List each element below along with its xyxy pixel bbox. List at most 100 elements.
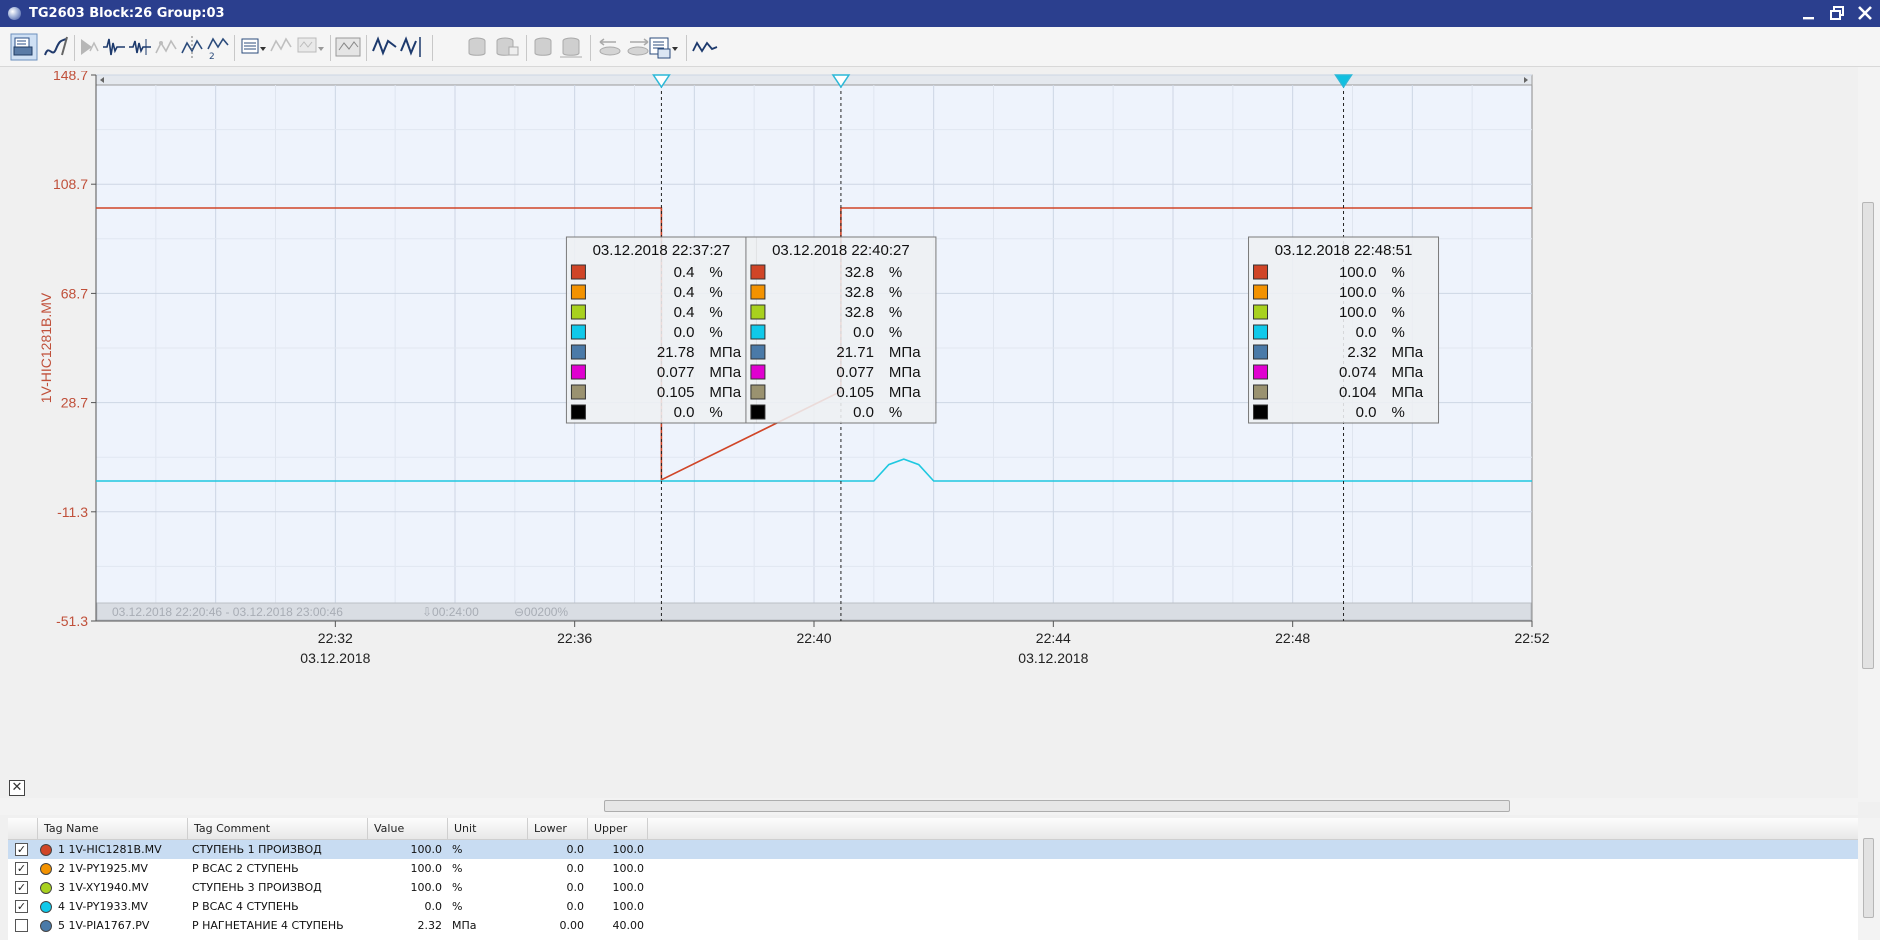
series-swatch xyxy=(1253,304,1269,320)
db4-icon[interactable] xyxy=(558,33,584,61)
series-swatch xyxy=(1253,364,1269,380)
cell-lower: 0.00 xyxy=(559,919,585,932)
range-info-text: 03.12.2018 22:20:46 - 03.12.2018 23:00:4… xyxy=(112,605,343,619)
wave-icon[interactable] xyxy=(692,33,718,61)
series-swatch xyxy=(750,364,766,380)
chart-vertical-scrollbar[interactable] xyxy=(1858,67,1880,802)
cell-unit: % xyxy=(452,862,463,875)
cell-lower: 0.0 xyxy=(566,881,585,894)
cursor-value: 0.0 xyxy=(674,404,695,421)
cell-value: 2.32 xyxy=(417,919,443,932)
series-swatch xyxy=(570,384,586,400)
cell-value: 100.0 xyxy=(410,881,443,894)
table-row[interactable]: ✓ 2 1V-PY1925.MV Р ВСАС 2 СТУПЕНЬ 100.0% 0.0… xyxy=(8,859,1858,878)
row-checkbox[interactable] xyxy=(15,919,28,932)
restore-icon[interactable] xyxy=(1828,2,1846,24)
row-checkbox[interactable]: ✓ xyxy=(15,862,28,875)
col-header-unit[interactable]: Unit xyxy=(448,818,528,840)
trend-blue-icon[interactable] xyxy=(372,33,398,61)
trend-dots-icon[interactable] xyxy=(154,33,178,61)
scrollbar-thumb[interactable] xyxy=(1862,202,1874,669)
scrollbar-thumb[interactable] xyxy=(604,800,1510,812)
trend-grey-icon[interactable] xyxy=(270,33,294,61)
close-icon[interactable] xyxy=(1856,2,1874,24)
header-spacer xyxy=(8,818,38,840)
col-header-upper[interactable]: Upper xyxy=(588,818,648,840)
series-color-dot xyxy=(40,920,52,932)
table-row[interactable]: ✓ 4 1V-PY1933.MV Р ВСАС 4 СТУПЕНЬ 0.0% 0.0 10… xyxy=(8,897,1858,916)
col-header-tag-comment[interactable]: Tag Comment xyxy=(188,818,368,840)
series-swatch xyxy=(1253,284,1269,300)
db2-icon[interactable] xyxy=(494,33,520,61)
cell-value: 0.0 xyxy=(424,900,443,913)
minimize-icon[interactable] xyxy=(1800,2,1818,24)
col-header-lower[interactable]: Lower xyxy=(528,818,588,840)
export-icon[interactable] xyxy=(648,33,680,61)
cell-tag-comment: Р ВСАС 4 СТУПЕНЬ xyxy=(192,900,299,913)
cursor-unit: МПа xyxy=(889,384,921,401)
cursor-value: 100.0 xyxy=(1339,264,1377,281)
db-arrows-icon[interactable] xyxy=(596,33,624,61)
print-icon[interactable] xyxy=(10,33,38,61)
series-swatch xyxy=(1253,404,1269,420)
db3-icon[interactable] xyxy=(532,33,558,61)
table-row[interactable]: 5 1V-PIA1767.PV Р НАГНЕТАНИЕ 4 СТУПЕНЬ 2.3… xyxy=(8,916,1858,935)
db-icon[interactable] xyxy=(466,33,492,61)
chart-horizontal-scrollbar[interactable] xyxy=(0,798,1858,815)
series-swatch xyxy=(570,344,586,360)
series-swatch xyxy=(750,344,766,360)
trend-cursor-blue-icon[interactable] xyxy=(400,33,426,61)
trend-2-icon[interactable]: 2 xyxy=(206,33,230,62)
tag-table: Tag Name Tag Comment Value Unit Lower Up… xyxy=(8,818,1858,940)
table-vertical-scrollbar[interactable] xyxy=(1858,818,1880,940)
series-swatch xyxy=(1253,384,1269,400)
cursor-unit: МПа xyxy=(709,364,741,381)
y-axis-label: 1V-HIC1281B.MV xyxy=(38,292,54,403)
layout-dropdown-icon[interactable] xyxy=(240,33,266,61)
cell-unit: % xyxy=(452,881,463,894)
close-table-button[interactable]: ✕ xyxy=(9,780,25,796)
cursor-unit: % xyxy=(889,264,902,281)
row-checkbox[interactable]: ✓ xyxy=(15,900,28,913)
scrollbar-thumb[interactable] xyxy=(1863,838,1874,918)
cursor-value: 0.104 xyxy=(1339,384,1377,401)
row-checkbox[interactable]: ✓ xyxy=(15,881,28,894)
cursor-value: 100.0 xyxy=(1339,284,1377,301)
cell-upper: 100.0 xyxy=(612,900,645,913)
table-row[interactable]: ✓ 1 1V-HIC1281B.MV СТУПЕНЬ 1 ПРОИЗВОД 100.0… xyxy=(8,840,1858,859)
range-span-text: ⇩00:24:00 xyxy=(422,605,479,619)
y-tick-label: 148.7 xyxy=(53,71,88,83)
play-trend-icon[interactable] xyxy=(78,33,100,61)
series-swatch xyxy=(570,364,586,380)
col-header-tag-name[interactable]: Tag Name xyxy=(38,818,188,840)
window-title: TG2603 Block:26 Group:03 xyxy=(29,6,225,21)
row-checkbox[interactable]: ✓ xyxy=(15,843,28,856)
cell-upper: 100.0 xyxy=(612,862,645,875)
monitor-trend-icon[interactable] xyxy=(334,33,362,61)
cell-unit: МПа xyxy=(452,919,477,932)
trend-cursor-icon[interactable] xyxy=(180,33,204,61)
cursor-timestamp: 03.12.2018 22:48:51 xyxy=(1275,242,1413,259)
cell-value: 100.0 xyxy=(410,862,443,875)
trend-step-icon[interactable] xyxy=(102,33,126,61)
series-color-dot xyxy=(40,863,52,875)
series-swatch xyxy=(570,304,586,320)
app-icon xyxy=(8,7,21,20)
series-swatch xyxy=(1253,344,1269,360)
x-tick-label: 22:52 xyxy=(1514,630,1549,646)
trend-step2-icon[interactable] xyxy=(128,33,152,61)
x-tick-label: 22:32 xyxy=(318,630,353,646)
cursor-value: 100.0 xyxy=(1339,304,1377,321)
cursor-value: 0.077 xyxy=(836,364,874,381)
trend-chart[interactable]: 148.7 108.7 68.7 28.7 -11.3 -51.3 1V-HIC1281B.… xyxy=(8,71,1858,753)
cursor-timestamp: 03.12.2018 22:37:27 xyxy=(593,242,731,259)
cell-upper: 40.00 xyxy=(612,919,645,932)
cell-tag-name: 4 1V-PY1933.MV xyxy=(58,900,148,913)
col-header-value[interactable]: Value xyxy=(368,818,448,840)
cell-upper: 100.0 xyxy=(612,843,645,856)
trend-grey2-icon[interactable] xyxy=(296,33,326,61)
cursor-unit: % xyxy=(709,324,722,341)
table-row[interactable]: ✓ 3 1V-XY1940.MV СТУПЕНЬ 3 ПРОИЗВОД 100.0% 0… xyxy=(8,878,1858,897)
pen-icon[interactable] xyxy=(42,33,70,61)
y-tick-label: 108.7 xyxy=(53,176,88,192)
